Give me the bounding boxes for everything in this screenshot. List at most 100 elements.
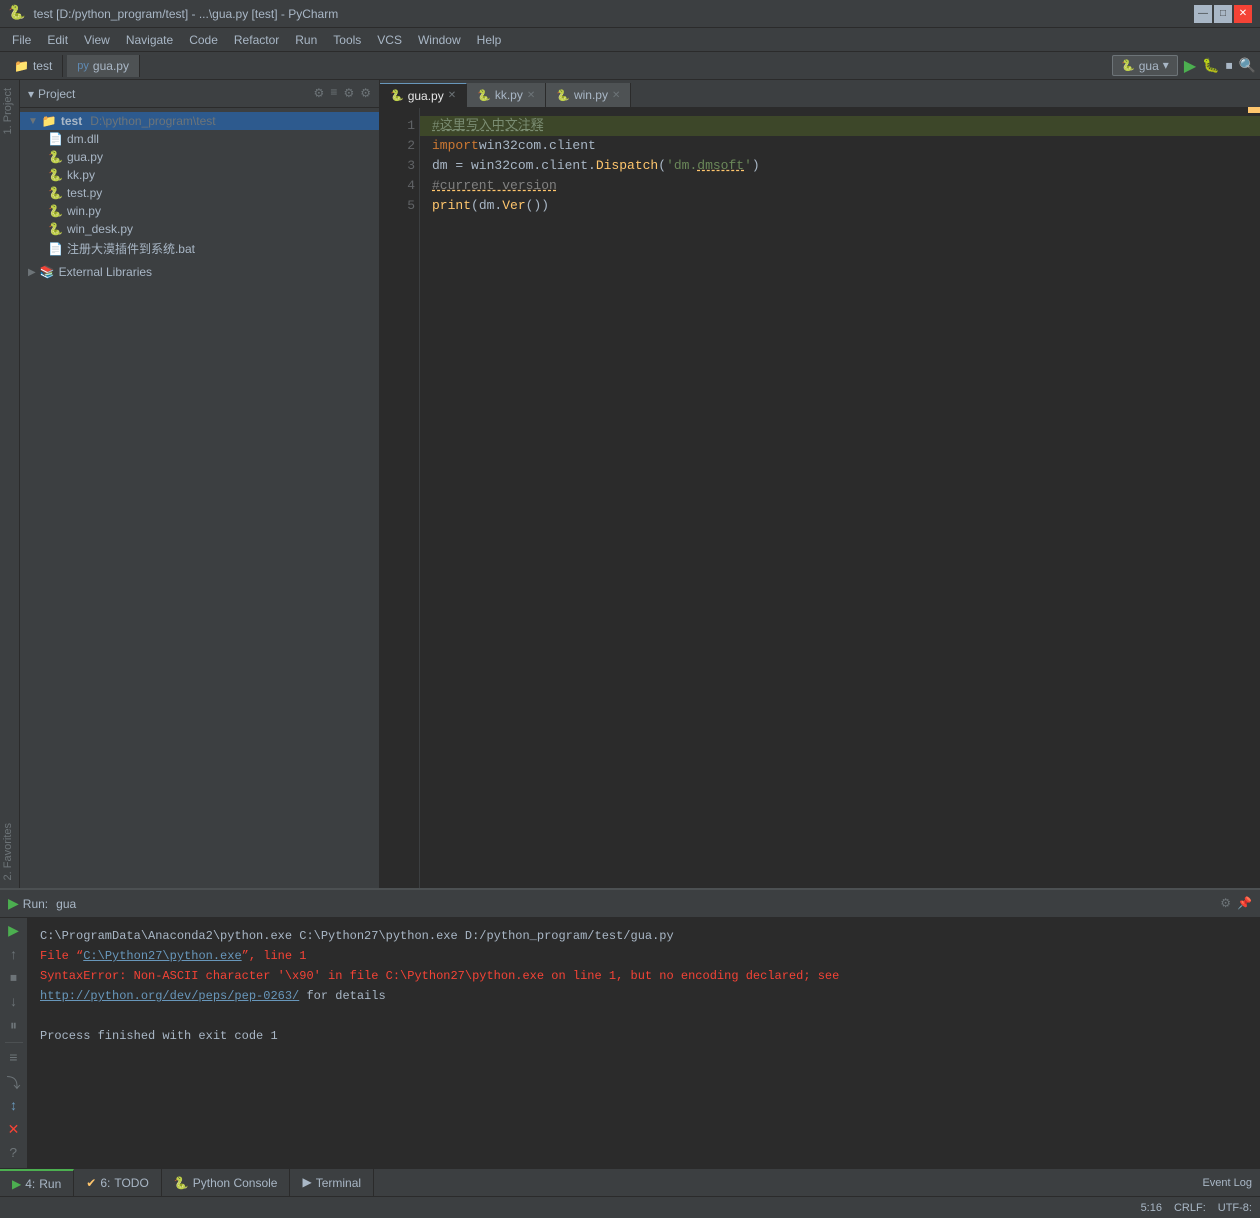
tree-file-test: test.py: [67, 186, 102, 200]
output-blank: [40, 1006, 1248, 1026]
file-tab-kk[interactable]: 🐍 kk.py ✕: [467, 83, 546, 107]
code-comment-4: #current version: [432, 176, 557, 196]
file-tab-win-icon: 🐍: [556, 89, 570, 102]
tree-item-kk-py[interactable]: 🐍 kk.py: [20, 166, 379, 184]
project-header-icons: ⚙ ≡ ⚙ ⚙: [314, 86, 372, 101]
bottom-tab-run[interactable]: ▶ 4: Run: [0, 1169, 74, 1196]
status-bar: 5:16 CRLF: UTF-8:: [0, 1196, 1260, 1218]
line-ending[interactable]: CRLF:: [1174, 1202, 1206, 1214]
stop-button[interactable]: ⏹: [1226, 57, 1233, 74]
todo-tab-num: 6:: [100, 1176, 110, 1190]
run-config-selector[interactable]: 🐍 gua ▾: [1112, 55, 1178, 76]
minimize-button[interactable]: —: [1194, 5, 1212, 23]
code-editor[interactable]: #这里写入中文注释 import win32com.client dm = wi…: [420, 108, 1260, 888]
settings-icon[interactable]: ⚙: [343, 86, 354, 101]
file-tab-gua[interactable]: 🐍 gua.py ✕: [380, 83, 467, 107]
project-tab-test[interactable]: 📁 test: [4, 55, 63, 77]
debug-button[interactable]: 🐛: [1202, 57, 1219, 74]
bottom-tab-todo[interactable]: ✔ 6: TODO: [74, 1169, 162, 1196]
bottom-tab-python-console[interactable]: 🐍 Python Console: [162, 1169, 291, 1196]
menu-run[interactable]: Run: [287, 31, 325, 49]
file-tab-win-close[interactable]: ✕: [612, 90, 620, 101]
tree-item-test-py[interactable]: 🐍 test.py: [20, 184, 379, 202]
tree-item-test[interactable]: ▼ 📁 test D:\python_program\test: [20, 112, 379, 130]
run-question-btn[interactable]: ?: [4, 1144, 24, 1164]
cursor-position[interactable]: 5:16: [1141, 1202, 1162, 1214]
run-button[interactable]: ▶: [1184, 56, 1196, 76]
menu-help[interactable]: Help: [469, 31, 510, 49]
sidebar-project-label[interactable]: 1. Project: [0, 80, 19, 142]
run-config-label: gua: [56, 897, 76, 911]
menu-edit[interactable]: Edit: [39, 31, 76, 49]
run-config-icon: 🐍: [1121, 59, 1135, 73]
libraries-icon: 📚: [40, 265, 55, 279]
menu-file[interactable]: File: [4, 31, 39, 49]
run-play-btn[interactable]: ▶: [4, 922, 24, 942]
run-panel-title: ▶ Run: gua: [8, 895, 76, 912]
output-file-link[interactable]: C:\Python27\python.exe: [83, 949, 241, 963]
file-tab-win[interactable]: 🐍 win.py ✕: [546, 83, 631, 107]
output-pep-link[interactable]: http://python.org/dev/peps/pep-0263/: [40, 989, 299, 1003]
event-log-area: Event Log: [1194, 1177, 1260, 1189]
run-output: C:\ProgramData\Anaconda2\python.exe C:\P…: [28, 918, 1260, 1168]
bottom-tab-terminal[interactable]: ▶ Terminal: [290, 1169, 374, 1196]
close-button[interactable]: ✕: [1234, 5, 1252, 23]
maximize-button[interactable]: □: [1214, 5, 1232, 23]
project-tab-gua[interactable]: py gua.py: [67, 55, 140, 77]
run-scroll-btn[interactable]: ↕: [4, 1097, 24, 1117]
menu-tools[interactable]: Tools: [325, 31, 369, 49]
output-for-details: for details: [299, 989, 385, 1003]
run-sidebar-divider: [5, 1042, 23, 1043]
collapse-icon[interactable]: ≡: [330, 86, 337, 101]
tree-item-win-py[interactable]: 🐍 win.py: [20, 202, 379, 220]
file-tab-win-label: win.py: [574, 88, 608, 102]
run-soft-wrap-btn[interactable]: ⤵: [4, 1073, 24, 1093]
encoding[interactable]: UTF-8:: [1218, 1202, 1252, 1214]
menu-code[interactable]: Code: [181, 31, 226, 49]
file-tab-kk-close[interactable]: ✕: [527, 90, 535, 101]
menu-refactor[interactable]: Refactor: [226, 31, 287, 49]
tree-file-gua: gua.py: [67, 150, 103, 164]
python-console-label: Python Console: [193, 1176, 278, 1190]
file-tab-gua-close[interactable]: ✕: [448, 90, 456, 101]
tree-item-dm-dll[interactable]: 📄 dm.dll: [20, 130, 379, 148]
tree-root-path: D:\python_program\test: [90, 114, 215, 128]
editor-content[interactable]: 1 2 3 4 5 #这里写入中文注释 import win32com.clie…: [380, 108, 1260, 888]
menu-view[interactable]: View: [76, 31, 118, 49]
status-right: 5:16 CRLF: UTF-8:: [1141, 1202, 1252, 1214]
gear-icon[interactable]: ⚙: [360, 86, 371, 101]
run-up-btn[interactable]: ↑: [4, 946, 24, 966]
search-everywhere-button[interactable]: 🔍: [1239, 57, 1256, 74]
run-cross-btn[interactable]: ✕: [4, 1121, 24, 1141]
bottom-tabs: ▶ 4: Run ✔ 6: TODO 🐍 Python Console ▶ Te…: [0, 1168, 1260, 1196]
menu-navigate[interactable]: Navigate: [118, 31, 181, 49]
event-log-label[interactable]: Event Log: [1202, 1177, 1252, 1189]
run-tools: ⚙ 📌: [1220, 896, 1252, 911]
run-wrap-btn[interactable]: ≡: [4, 1049, 24, 1069]
code-line-3: dm = win32com.client.Dispatch('dm.dmsoft…: [432, 156, 1248, 176]
sync-icon[interactable]: ⚙: [314, 86, 325, 101]
menu-vcs[interactable]: VCS: [369, 31, 410, 49]
run-down-btn[interactable]: ↓: [4, 993, 24, 1013]
run-pause-btn[interactable]: ⏸: [4, 1017, 24, 1037]
run-settings-icon[interactable]: ⚙: [1220, 896, 1231, 911]
tree-item-gua-py[interactable]: 🐍 gua.py: [20, 148, 379, 166]
project-tree: ▼ 📁 test D:\python_program\test 📄 dm.dll…: [20, 108, 379, 888]
window-title: test [D:/python_program/test] - ...\gua.…: [33, 7, 1194, 21]
run-pin-icon[interactable]: 📌: [1237, 896, 1252, 911]
run-title-icon: ▶: [8, 895, 19, 912]
code-str-dm: 'dm.dmsoft': [666, 156, 752, 176]
sidebar-favorites-label[interactable]: 2. Favorites: [0, 815, 19, 888]
output-file-prefix: File “: [40, 949, 83, 963]
code-fn-dispatch: Dispatch: [596, 156, 658, 176]
tree-item-win-desk-py[interactable]: 🐍 win_desk.py: [20, 220, 379, 238]
menu-window[interactable]: Window: [410, 31, 469, 49]
tree-item-bat[interactable]: 📄 注册大漠插件到系统.bat: [20, 238, 379, 259]
output-pep-link-line: http://python.org/dev/peps/pep-0263/ for…: [40, 986, 1248, 1006]
run-stop-btn[interactable]: ⏹: [4, 969, 24, 989]
file-tab-label: gua.py: [93, 59, 129, 73]
output-file-suffix: ”, line 1: [242, 949, 307, 963]
main-layout: 1. Project 2. Favorites ▾ Project ⚙ ≡ ⚙ …: [0, 80, 1260, 888]
file-tab-gua-icon: 🐍: [390, 89, 404, 102]
tree-item-external[interactable]: ▶ 📚 External Libraries: [20, 263, 379, 281]
